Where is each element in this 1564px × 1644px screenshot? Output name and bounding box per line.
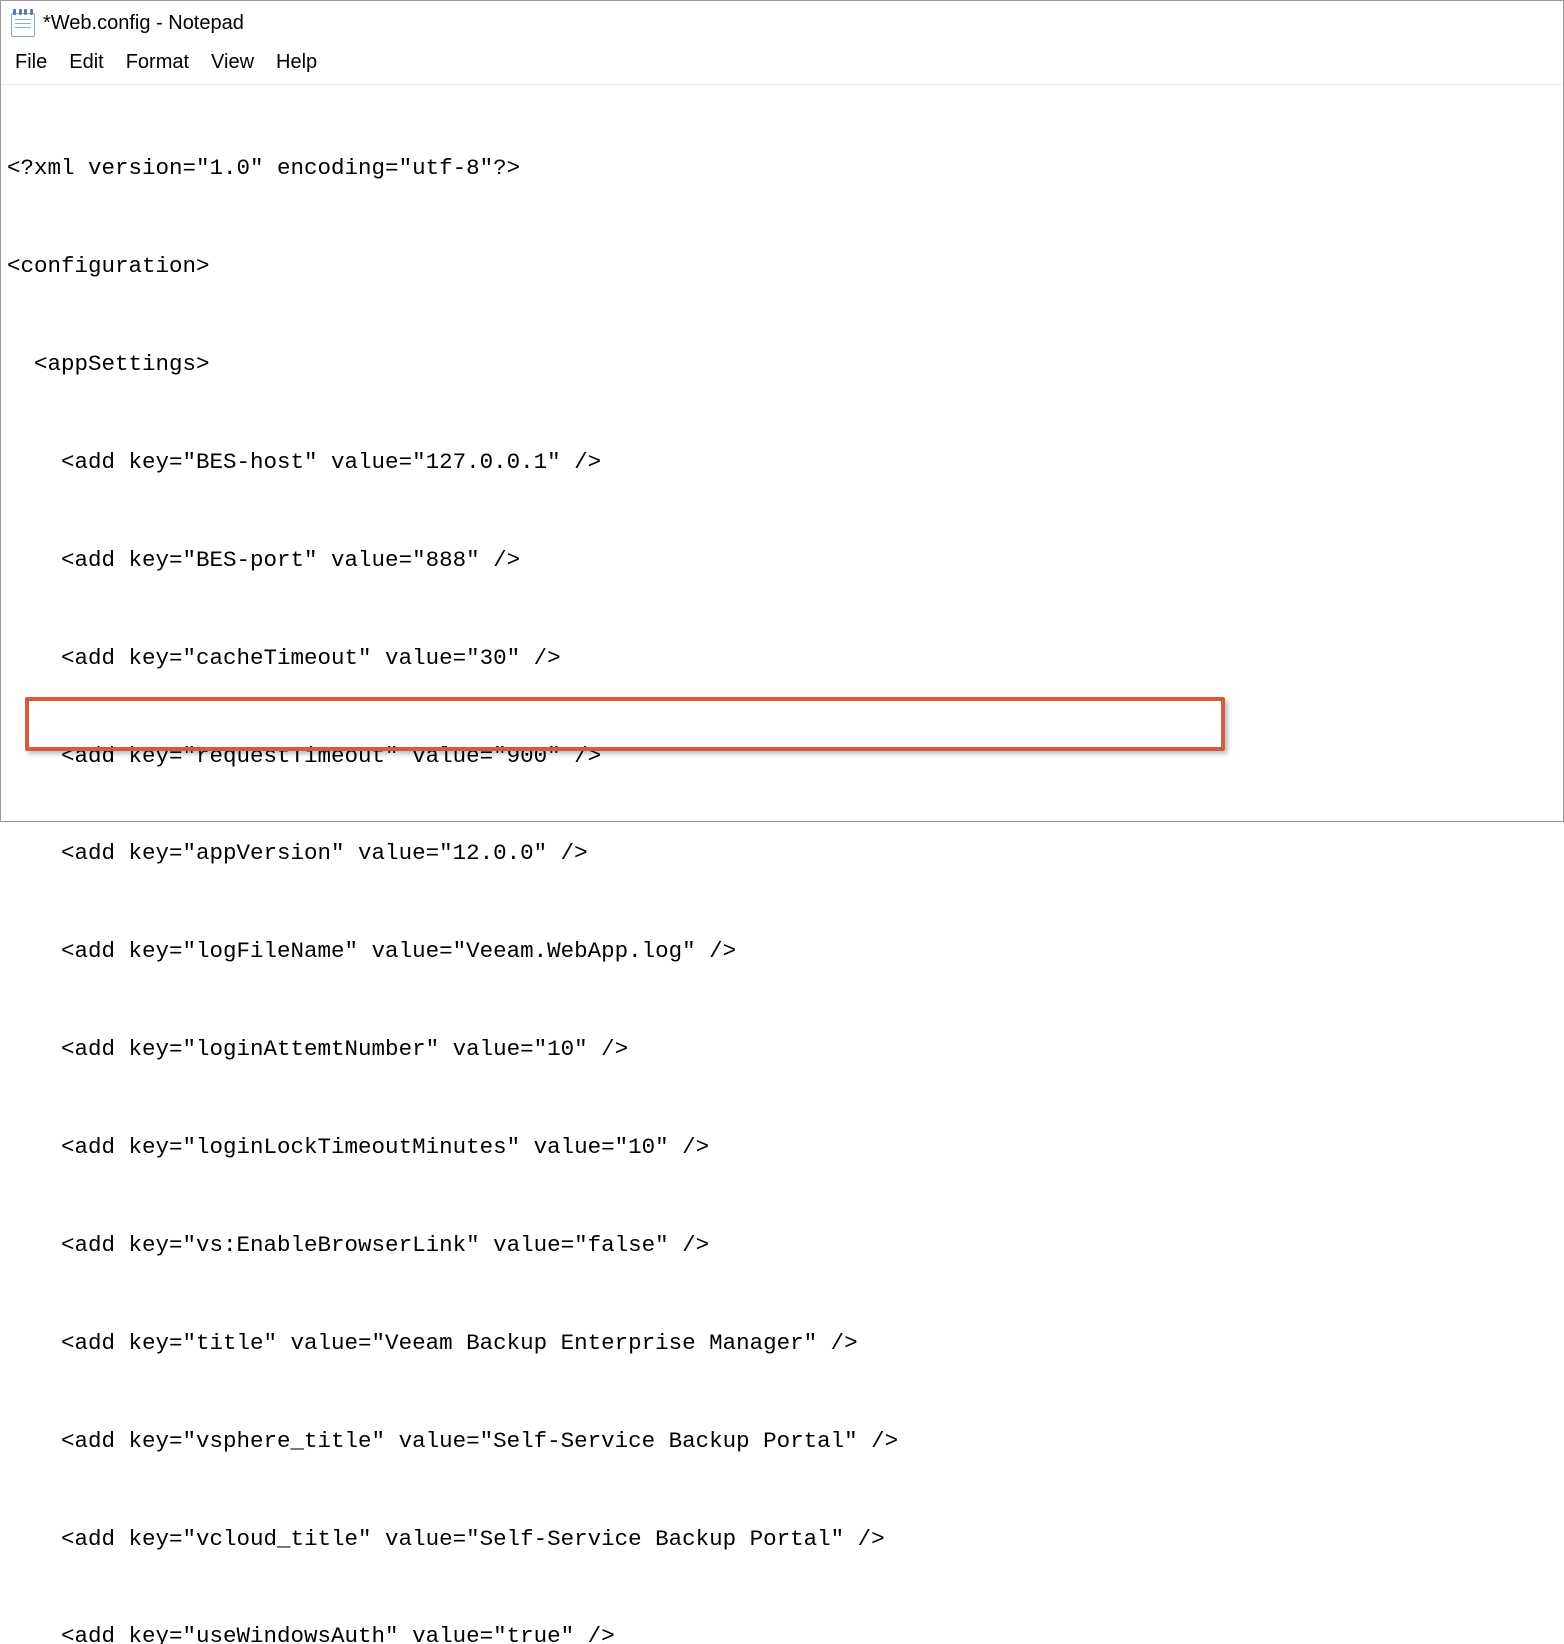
code-line: <add key="logFileName" value="Veeam.WebA… <box>7 935 1557 968</box>
window-title: *Web.config - Notepad <box>43 12 244 35</box>
text-editor[interactable]: <?xml version="1.0" encoding="utf-8"?> <… <box>1 85 1563 1644</box>
menubar: File Edit Format View Help <box>1 43 1563 85</box>
code-line: <add key="loginLockTimeoutMinutes" value… <box>7 1131 1557 1164</box>
titlebar: *Web.config - Notepad <box>1 1 1563 43</box>
notepad-icon <box>11 9 35 37</box>
menu-view[interactable]: View <box>211 51 254 74</box>
code-line: <add key="title" value="Veeam Backup Ent… <box>7 1327 1557 1360</box>
code-line: <?xml version="1.0" encoding="utf-8"?> <box>7 152 1557 185</box>
code-line: <appSettings> <box>7 348 1557 381</box>
code-line: <add key="useWindowsAuth" value="true" /… <box>7 1620 1557 1644</box>
menu-edit[interactable]: Edit <box>69 51 103 74</box>
code-line: <add key="BES-host" value="127.0.0.1" /> <box>7 446 1557 479</box>
menu-file[interactable]: File <box>15 51 47 74</box>
code-line: <add key="appVersion" value="12.0.0" /> <box>7 837 1557 870</box>
code-line: <add key="cacheTimeout" value="30" /> <box>7 642 1557 675</box>
code-line: <add key="BES-port" value="888" /> <box>7 544 1557 577</box>
menu-format[interactable]: Format <box>126 51 189 74</box>
code-line: <add key="vsphere_title" value="Self-Ser… <box>7 1425 1557 1458</box>
code-line: <add key="requestTimeout" value="900" /> <box>7 740 1557 773</box>
code-line: <add key="vs:EnableBrowserLink" value="f… <box>7 1229 1557 1262</box>
code-line: <add key="loginAttemtNumber" value="10" … <box>7 1033 1557 1066</box>
code-line: <add key="vcloud_title" value="Self-Serv… <box>7 1523 1557 1556</box>
menu-help[interactable]: Help <box>276 51 317 74</box>
code-line: <configuration> <box>7 250 1557 283</box>
